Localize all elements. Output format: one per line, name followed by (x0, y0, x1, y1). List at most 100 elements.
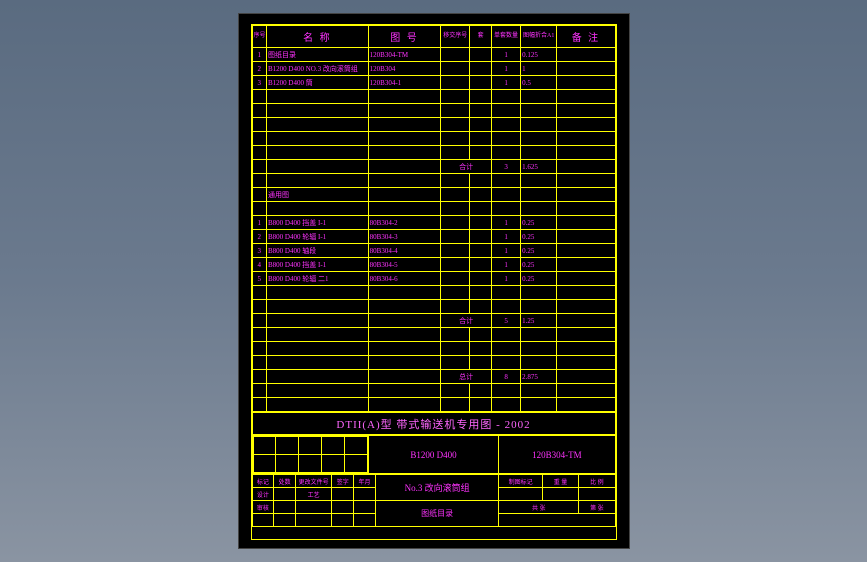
cell (296, 514, 332, 527)
cell-c: 1 (492, 216, 521, 230)
cell (354, 514, 376, 527)
cell (354, 501, 376, 514)
cell (579, 488, 615, 501)
cell-no: 120B304-1 (368, 76, 441, 90)
table-row: 5 B800 D400 轮辐 二1 80B304-6 1 0.25 (252, 272, 615, 286)
cell-c: 1 (492, 272, 521, 286)
cell-no: 80B304-3 (368, 230, 441, 244)
cell-no: 80B304-5 (368, 258, 441, 272)
cell-no: 80B304-4 (368, 244, 441, 258)
lbl: 第 张 (579, 501, 615, 514)
table-row: 4 B800 D400 挡盖 I-1 80B304-5 1 0.25 (252, 258, 615, 272)
lbl: 更改文件号 (296, 475, 332, 488)
table-row (252, 174, 615, 188)
grandtotal-label: 总计 (441, 370, 492, 384)
cell-name: B800 D400 轮辐 二1 (267, 272, 369, 286)
cell-no: 80B304-6 (368, 272, 441, 286)
table-row (252, 300, 615, 314)
cad-sheet: 序号 名 称 图 号 移交序号 套 单套数量 图幅折合A1 备 注 1 图纸目录… (238, 13, 630, 549)
common-header: 通用图 (267, 188, 369, 202)
table-row (252, 146, 615, 160)
cell (354, 488, 376, 501)
grandtotal-d: 2.875 (521, 370, 557, 384)
cell (470, 76, 492, 90)
subtotal-c: 5 (492, 314, 521, 328)
subtotal-d: 1.25 (521, 314, 557, 328)
titleblock-row2: B1200 D400 120B304-TM (252, 435, 616, 474)
cell-name: 图纸目录 (267, 48, 369, 62)
table-row (252, 398, 615, 412)
cell-d: 1 (521, 62, 557, 76)
hdr-c: 单套数量 (492, 26, 521, 48)
cell-idx: 3 (252, 244, 267, 258)
cell (499, 488, 543, 501)
lbl: 工艺 (296, 488, 332, 501)
table-row (252, 118, 615, 132)
assembly-name: No.3 改向滚筒组 (375, 475, 498, 501)
lbl: 签字 (332, 475, 354, 488)
subtotal-c: 3 (492, 160, 521, 174)
subtotal-label: 合计 (441, 314, 492, 328)
hdr-e: 备 注 (557, 26, 615, 48)
cell-name: B800 D400 挡盖 I-1 (267, 216, 369, 230)
cell-d: 0.25 (521, 230, 557, 244)
hdr-a: 移交序号 (441, 26, 470, 48)
cell-idx: 2 (252, 62, 267, 76)
cell-no: 120B304 (368, 62, 441, 76)
cell-no: 120B304-TM (368, 48, 441, 62)
lbl: 重 量 (542, 475, 578, 488)
cell (274, 514, 296, 527)
table-row: 1 图纸目录 120B304-TM 1 0.125 (252, 48, 615, 62)
cell (557, 48, 615, 62)
cell (296, 501, 332, 514)
tb3-r1: 标记 处数 更改文件号 签字 年月 No.3 改向滚筒组 制图标记 重 量 比 … (252, 475, 615, 488)
cell-name: B1200 D400 筒 (267, 76, 369, 90)
cell-idx: 1 (252, 48, 267, 62)
cell (542, 488, 578, 501)
table-row (252, 132, 615, 146)
table-row (252, 356, 615, 370)
tb3-r3: 审核 图纸目录 共 张 第 张 (252, 501, 615, 514)
cell-idx: 2 (252, 230, 267, 244)
cell-d: 0.25 (521, 272, 557, 286)
lbl: 审核 (252, 501, 274, 514)
cell-d: 0.5 (521, 76, 557, 90)
cell (470, 62, 492, 76)
cell-no: 80B304-2 (368, 216, 441, 230)
subtotal-label: 合计 (441, 160, 492, 174)
table-row: 1 B800 D400 挡盖 I-1 80B304-2 1 0.25 (252, 216, 615, 230)
cell-c: 1 (492, 244, 521, 258)
cell-idx: 1 (252, 216, 267, 230)
lbl: 设计 (252, 488, 274, 501)
grandtotal-row: 总计 8 2.875 (252, 370, 615, 384)
hdr-idx: 序号 (252, 26, 267, 48)
table-row (252, 328, 615, 342)
cell-d: 0.25 (521, 258, 557, 272)
table-row: 2 B800 D400 轮辐 I-1 80B304-3 1 0.25 (252, 230, 615, 244)
cell-name: B800 D400 轴段 (267, 244, 369, 258)
table-row: 3 B800 D400 轴段 80B304-4 1 0.25 (252, 244, 615, 258)
table-row (252, 384, 615, 398)
cell (557, 62, 615, 76)
cell-name: B1200 D400 NO.3 改向滚筒组 (267, 62, 369, 76)
table-row (252, 342, 615, 356)
cell (332, 514, 354, 527)
grandtotal-c: 8 (492, 370, 521, 384)
lbl: 制图标记 (499, 475, 543, 488)
title-band: DTII(A)型 带式输送机专用图 - 2002 (252, 412, 616, 435)
table-row (252, 202, 615, 216)
tb2-drawingno: 120B304-TM (499, 436, 615, 474)
cell (557, 76, 615, 90)
cell (332, 501, 354, 514)
table-row: 2 B1200 D400 NO.3 改向滚筒组 120B304 1 1 (252, 62, 615, 76)
subtotal-row: 合计 5 1.25 (252, 314, 615, 328)
cell-name: B800 D400 挡盖 I-1 (267, 258, 369, 272)
common-header-row: 通用图 (252, 188, 615, 202)
cell-idx: 4 (252, 258, 267, 272)
cell (274, 501, 296, 514)
table-row: 3 B1200 D400 筒 120B304-1 1 0.5 (252, 76, 615, 90)
lbl: 标记 (252, 475, 274, 488)
cell (441, 76, 470, 90)
subtotal-row: 合计 3 1.625 (252, 160, 615, 174)
hdr-name: 名 称 (267, 26, 369, 48)
